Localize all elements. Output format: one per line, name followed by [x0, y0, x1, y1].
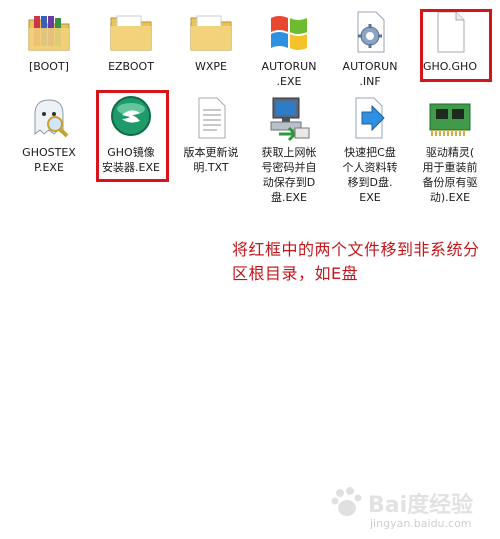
computer-arrow-icon: [270, 97, 310, 142]
file-label: WXPE: [195, 60, 227, 73]
folder-ezboot[interactable]: EZBOOT: [92, 8, 170, 74]
ghost-magnifier-icon: [34, 99, 69, 138]
circuit-board-icon: [429, 103, 471, 136]
file-ghostexp-exe[interactable]: GHOSTEX P.EXE: [10, 94, 88, 175]
watermark: Bai度经验 jingyan.baidu.com: [330, 485, 500, 535]
windows-logo-icon: [271, 16, 307, 50]
folder-wxpe[interactable]: WXPE: [172, 8, 250, 74]
file-label: GHOSTEX P.EXE: [22, 146, 76, 174]
file-label: 版本更新说 明.TXT: [183, 146, 239, 174]
file-version-notes-txt[interactable]: 版本更新说 明.TXT: [172, 94, 250, 175]
folder-icon: [190, 15, 232, 51]
file-label: EZBOOT: [108, 60, 154, 73]
folder-icon: [110, 15, 152, 51]
highlight-box-gho-gho: [420, 9, 492, 82]
file-label: AUTORUN .EXE: [261, 60, 317, 88]
file-autorun-exe[interactable]: AUTORUN .EXE: [250, 8, 328, 89]
file-label: [BOOT]: [29, 60, 69, 73]
file-explorer-view: [BOOT] EZBOOT WXPE AUTORUN .EXE AUTORUN …: [0, 0, 500, 539]
file-label: 驱动精灵( 用于重装前 备份原有驱 动).EXE: [422, 146, 478, 204]
document-arrow-icon: [355, 97, 385, 139]
file-autorun-inf[interactable]: AUTORUN .INF: [331, 8, 409, 89]
file-label: 快速把C盘 个人资料转 移到D盘. EXE: [342, 146, 398, 204]
gear-document-icon: [357, 11, 385, 53]
file-driver-genius-exe[interactable]: 驱动精灵( 用于重装前 备份原有驱 动).EXE: [411, 94, 489, 205]
folder-icon: [28, 16, 70, 51]
watermark-url: jingyan.baidu.com: [370, 517, 472, 530]
highlight-box-gho-installer: [96, 90, 169, 182]
file-label: 获取上网帐 号密码并自 动保存到D 盘.EXE: [261, 146, 317, 204]
text-file-icon: [198, 97, 226, 139]
watermark-brand: Bai度经验: [368, 493, 474, 518]
paw-logo-icon: [331, 487, 362, 516]
instruction-annotation: 将红框中的两个文件移到非系统分区根目录，如E盘: [232, 240, 480, 283]
file-label: AUTORUN .INF: [342, 60, 398, 88]
folder-boot[interactable]: [BOOT]: [10, 8, 88, 74]
file-move-c-drive-data-exe[interactable]: 快速把C盘 个人资料转 移到D盘. EXE: [331, 94, 409, 205]
file-get-account-password-exe[interactable]: 获取上网帐 号密码并自 动保存到D 盘.EXE: [250, 94, 328, 205]
